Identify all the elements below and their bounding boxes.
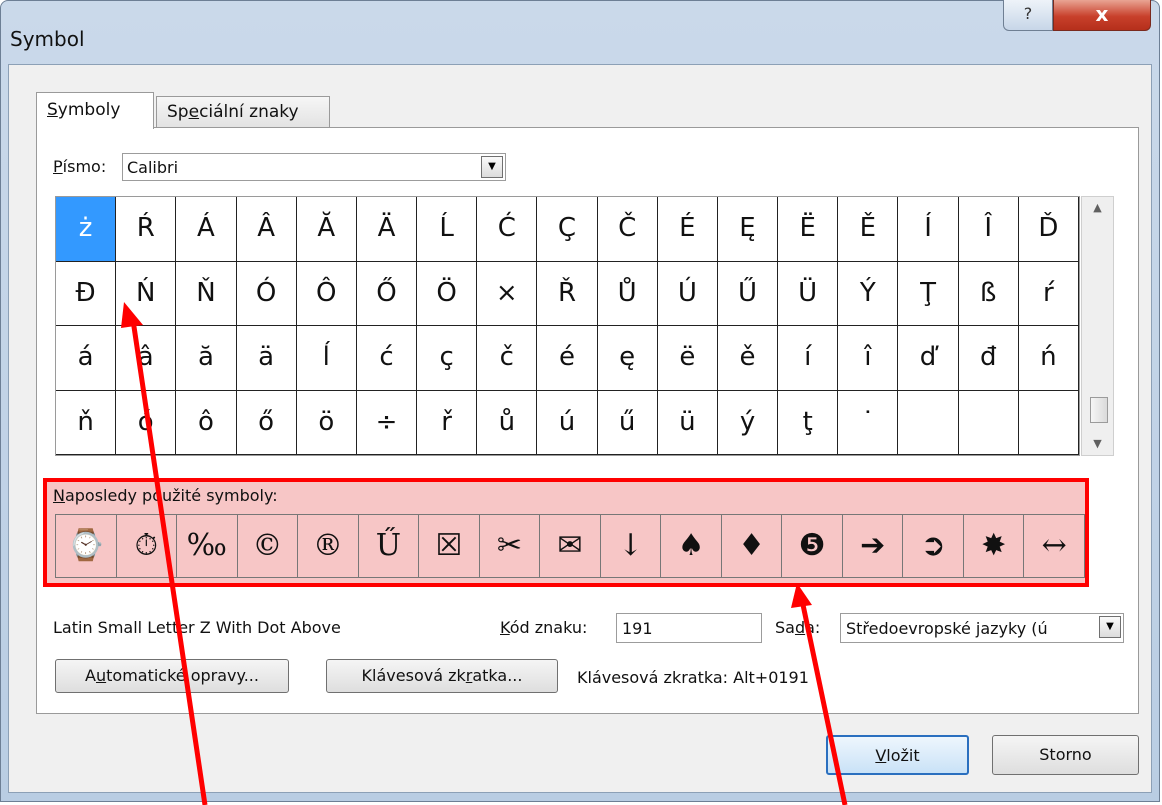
annotation-arrow-1-head [121,302,143,328]
tab-symboly-label: ymboly [57,100,121,120]
tab-symboly[interactable]: Symboly [36,92,154,129]
tab-symboly-accesskey: S [47,100,58,120]
annotation-arrow-1-shaft [130,319,208,805]
annotation-arrow-2-head [791,583,812,608]
annotation-arrows [121,302,848,805]
annotation-arrow-2-shaft [799,599,848,805]
